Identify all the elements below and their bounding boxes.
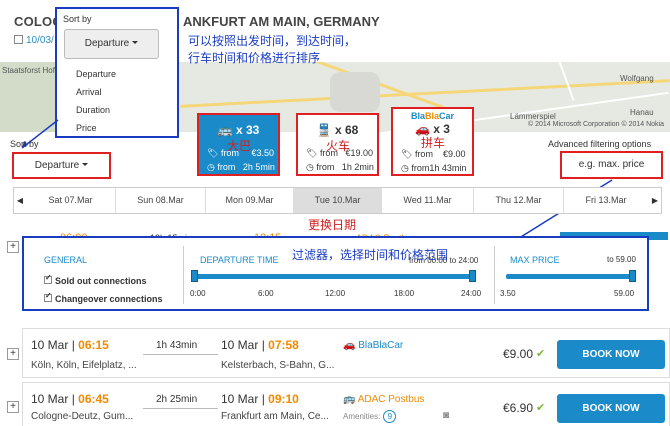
date-selector: ◀ Sat 07.Mar Sun 08.Mar Mon 09.Mar Tue 1… — [13, 187, 662, 214]
bus-count: 🚌 x 33 — [217, 123, 260, 137]
price: €6.90 — [503, 401, 534, 415]
provider: 🚗 BlaBlaCar — [343, 340, 404, 351]
car-from-price: 🏷 from €9.00 — [401, 149, 466, 159]
departure-slider-min-handle[interactable] — [191, 270, 198, 282]
expand-icon[interactable]: + — [7, 241, 19, 253]
train-count: 🚆 x 68 — [316, 123, 359, 137]
time-tick: 18:00 — [394, 289, 415, 298]
date-tab[interactable]: Wed 11.Mar — [382, 188, 474, 213]
departure-slider-track[interactable] — [196, 274, 474, 279]
blablacar-logo: BlaBlaCar — [410, 111, 455, 121]
prev-date-arrow-icon[interactable]: ◀ — [14, 188, 26, 213]
next-date-arrow-icon[interactable]: ▶ — [649, 188, 661, 213]
provider: 🚌 ADAC Postbus — [343, 394, 425, 405]
sold-out-checkbox[interactable]: Sold out connections — [44, 273, 147, 286]
filter-annotation: 过滤器，选择时间和价格范围 — [292, 248, 449, 262]
date-annotation: 更换日期 — [308, 218, 357, 232]
departure-time-heading: DEPARTURE TIME — [200, 255, 279, 265]
train-from-time: ◷ from 1h 2min — [306, 162, 374, 172]
date-tab[interactable]: Mon 09.Mar — [206, 188, 294, 213]
result-card[interactable]: 10 Mar | 06:45 2h 25min 10 Mar | 09:10 C… — [22, 382, 670, 426]
bus-from-time: ◷ from 2h 5min — [207, 162, 275, 172]
price-max: 59.00 — [614, 289, 635, 298]
max-price-heading: MAX PRICE — [510, 255, 560, 265]
duration: 1h 43min — [156, 340, 198, 351]
price-min: 3.50 — [500, 289, 516, 298]
mode-carpool[interactable]: BlaBlaCar 🚗 x 3 拼车 🏷 from €9.00 ◷ from1h… — [391, 107, 474, 176]
advanced-filter-label: Advanced filtering options — [548, 139, 652, 149]
max-price-value: to 59.00 — [607, 255, 636, 264]
duration: 2h 25min — [156, 394, 198, 405]
available-check-icon: ✔ — [536, 402, 546, 414]
mode-train[interactable]: 🚆 x 68 火车 🏷 from €19.00 ◷ from 1h 2min — [296, 113, 379, 176]
changeover-checkbox[interactable]: Changeover connections — [44, 291, 163, 304]
date-tab[interactable]: Fri 13.Mar — [564, 188, 648, 213]
time-tick: 6:00 — [258, 289, 274, 298]
price-slider-handle[interactable] — [629, 270, 636, 282]
caret-down-icon — [82, 163, 89, 166]
price: €9.00 — [503, 347, 534, 361]
arr-datetime: 10 Mar | 09:10 — [221, 392, 299, 406]
book-now-button[interactable]: BOOK NOW — [557, 394, 665, 423]
bus-from-price: 🏷 from €3.50 — [207, 148, 274, 158]
general-heading: GENERAL — [44, 255, 88, 265]
expand-icon[interactable]: + — [7, 348, 19, 360]
expand-icon[interactable]: + — [7, 401, 19, 413]
time-tick: 0:00 — [190, 289, 206, 298]
result-card[interactable]: 10 Mar | 06:15 1h 43min 10 Mar | 07:58 K… — [22, 328, 670, 378]
destination-stop: Kelsterbach, S-Bahn, G... — [221, 360, 335, 371]
available-check-icon: ✔ — [536, 348, 546, 360]
dep-datetime: 10 Mar | 06:15 — [31, 338, 109, 352]
sort-select[interactable]: Departure — [12, 152, 111, 179]
train-from-price: 🏷 from €19.00 — [306, 148, 373, 158]
time-tick: 24:00 — [461, 289, 482, 298]
dep-datetime: 10 Mar | 06:45 — [31, 392, 109, 406]
amenities: Amenities: 9 — [343, 410, 397, 424]
mode-bus[interactable]: 🚌 x 33 大巴 🏷 from €3.50 ◷ from 2h 5min — [197, 113, 280, 176]
time-tick: 12:00 — [325, 289, 346, 298]
book-now-button[interactable]: BOOK NOW — [557, 340, 665, 369]
arr-datetime: 10 Mar | 07:58 — [221, 338, 299, 352]
origin-stop: Köln, Köln, Eifelplatz, ... — [31, 360, 137, 371]
date-tab-selected[interactable]: Tue 10.Mar — [294, 188, 382, 213]
camera-icon: ◙ — [443, 410, 450, 421]
sort-by-label: Sort by — [10, 139, 39, 149]
price-slider-track[interactable] — [506, 274, 633, 279]
date-tab[interactable]: Thu 12.Mar — [474, 188, 564, 213]
advanced-filter-button[interactable]: e.g. max. price — [560, 151, 663, 179]
origin-stop: Cologne-Deutz, Gum... — [31, 411, 134, 422]
car-from-time: ◷ from1h 43min — [401, 163, 467, 173]
date-tab[interactable]: Sun 08.Mar — [116, 188, 206, 213]
date-tab[interactable]: Sat 07.Mar — [26, 188, 116, 213]
departure-slider-max-handle[interactable] — [469, 270, 476, 282]
destination-stop: Frankfurt am Main, Ce... — [221, 411, 329, 422]
